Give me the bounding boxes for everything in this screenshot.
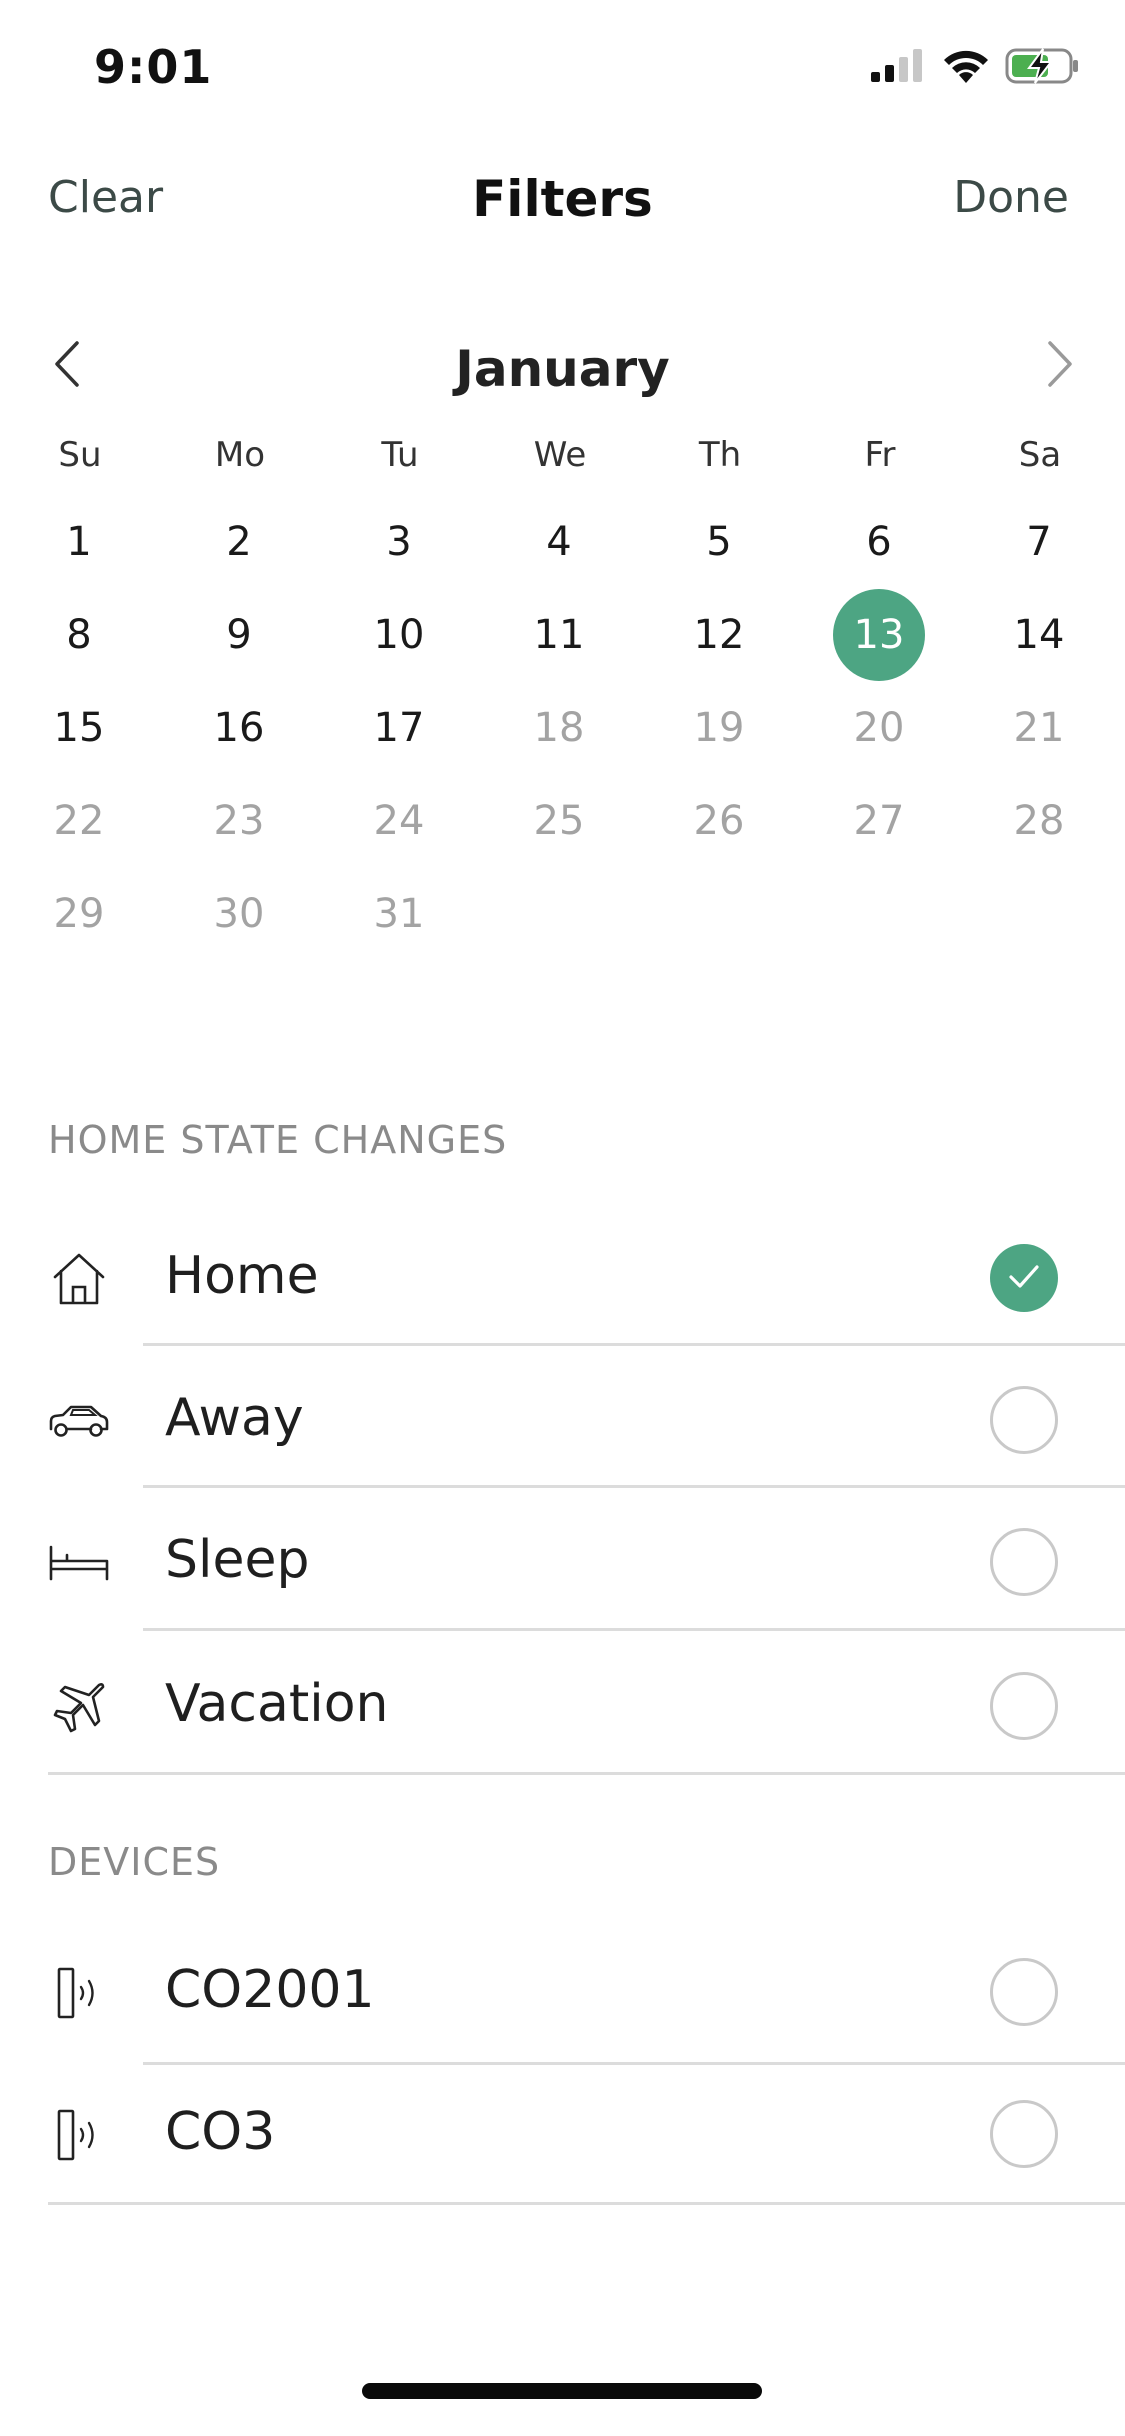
divider — [48, 1772, 1125, 1775]
calendar-day[interactable]: 22 — [29, 776, 129, 866]
calendar-day[interactable]: 26 — [669, 776, 769, 866]
weekday-label: Mo — [214, 435, 266, 475]
calendar-day[interactable]: 28 — [989, 776, 1089, 866]
calendar-day[interactable]: 7 — [989, 497, 1089, 587]
calendar-day[interactable]: 1 — [29, 497, 129, 587]
calendar-day[interactable]: 3 — [349, 497, 449, 587]
home-state-section-header: HOME STATE CHANGES — [48, 1118, 508, 1162]
calendar-day[interactable]: 29 — [29, 869, 129, 959]
car-icon — [44, 1386, 114, 1456]
calendar-day[interactable]: 25 — [509, 776, 609, 866]
calendar-month: January — [455, 340, 670, 398]
calendar-day[interactable]: 15 — [29, 683, 129, 773]
device-row-co2001[interactable]: CO2001 — [0, 1922, 1125, 2064]
weekday-label: Th — [698, 435, 742, 475]
weekday-label: We — [533, 435, 587, 475]
home-checkbox[interactable] — [990, 1244, 1058, 1312]
nav-bar: Clear Filters Done — [0, 160, 1125, 240]
calendar-day[interactable]: 18 — [509, 683, 609, 773]
airplane-icon — [44, 1672, 114, 1742]
calendar-day[interactable]: 21 — [989, 683, 1089, 773]
checkmark-icon — [1004, 1256, 1044, 1300]
calendar-day-selected[interactable]: 13 — [833, 589, 925, 681]
chevron-right-icon — [1046, 339, 1074, 393]
co3-checkbox[interactable] — [990, 2100, 1058, 2168]
calendar-day[interactable]: 24 — [349, 776, 449, 866]
calendar-day[interactable]: 20 — [829, 683, 929, 773]
calendar-day[interactable]: 14 — [989, 590, 1089, 680]
house-icon — [44, 1244, 114, 1314]
calendar-day[interactable]: 30 — [189, 869, 289, 959]
home-state-row-home[interactable]: Home — [0, 1208, 1125, 1350]
wifi-icon — [941, 47, 991, 89]
calendar-day[interactable]: 11 — [509, 590, 609, 680]
calendar-header: January — [0, 322, 1125, 412]
home-state-row-vacation[interactable]: Vacation — [0, 1636, 1125, 1778]
sensor-icon — [44, 1958, 114, 2028]
weekday-label: Sa — [1018, 435, 1062, 475]
calendar-day[interactable]: 5 — [669, 497, 769, 587]
divider — [143, 1343, 1125, 1346]
sleep-checkbox[interactable] — [990, 1528, 1058, 1596]
calendar-day[interactable]: 16 — [189, 683, 289, 773]
calendar-day[interactable]: 6 — [829, 497, 929, 587]
divider — [143, 1628, 1125, 1631]
status-bar: 9:01 — [0, 0, 1125, 140]
calendar-day[interactable]: 31 — [349, 869, 449, 959]
done-button[interactable]: Done — [953, 172, 1069, 223]
divider — [48, 2202, 1125, 2205]
row-label: Sleep — [165, 1530, 310, 1590]
calendar-day[interactable]: 9 — [189, 590, 289, 680]
sensor-icon — [44, 2100, 114, 2170]
weekday-label: Fr — [864, 435, 896, 475]
weekday-label: Tu — [381, 435, 419, 475]
calendar-day[interactable]: 12 — [669, 590, 769, 680]
home-indicator — [362, 2383, 762, 2399]
battery-charging-icon — [1005, 46, 1081, 90]
calendar-day[interactable]: 2 — [189, 497, 289, 587]
away-checkbox[interactable] — [990, 1386, 1058, 1454]
next-month-button[interactable] — [1035, 338, 1085, 394]
devices-section-header: DEVICES — [48, 1840, 221, 1884]
status-time: 9:01 — [94, 40, 213, 94]
home-state-row-away[interactable]: Away — [0, 1350, 1125, 1492]
weekday-row: Su Mo Tu We Th Fr Sa — [0, 435, 1125, 485]
calendar-day[interactable]: 4 — [509, 497, 609, 587]
row-label: Home — [165, 1246, 319, 1306]
bed-icon — [44, 1528, 114, 1598]
status-icons — [869, 48, 1081, 88]
calendar-day[interactable]: 19 — [669, 683, 769, 773]
vacation-checkbox[interactable] — [990, 1672, 1058, 1740]
calendar-day[interactable]: 23 — [189, 776, 289, 866]
clear-button[interactable]: Clear — [48, 172, 163, 223]
calendar-day[interactable]: 17 — [349, 683, 449, 773]
device-row-co3[interactable]: CO3 — [0, 2064, 1125, 2206]
weekday-label: Su — [58, 435, 102, 475]
home-state-row-sleep[interactable]: Sleep — [0, 1492, 1125, 1634]
calendar-day[interactable]: 27 — [829, 776, 929, 866]
calendar-day[interactable]: 10 — [349, 590, 449, 680]
row-label: Away — [165, 1388, 304, 1448]
divider — [143, 1485, 1125, 1488]
co2001-checkbox[interactable] — [990, 1958, 1058, 2026]
calendar-day[interactable]: 8 — [29, 590, 129, 680]
cellular-signal-icon — [869, 48, 927, 88]
row-label: CO3 — [165, 2102, 276, 2162]
row-label: Vacation — [165, 1674, 389, 1734]
row-label: CO2001 — [165, 1960, 375, 2020]
